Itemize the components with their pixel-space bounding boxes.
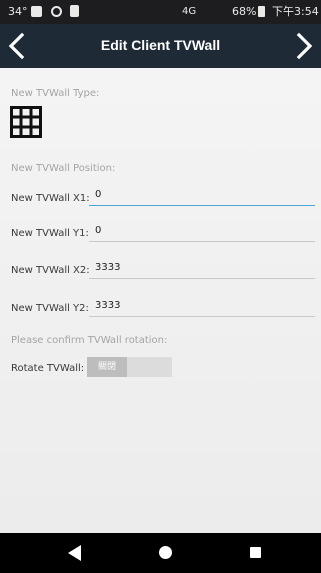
nav-recents-icon[interactable] [250,547,261,558]
status-bar: 34° 4G 68% 下午3:54 [0,0,321,24]
rotate-tvwall-label: Rotate TVWall: [11,363,85,374]
image-notification-icon [31,6,42,17]
edit-form: New TVWall Type: New TVWall Position: Ne… [0,68,321,533]
x2-input[interactable]: 3333 [89,257,315,279]
y1-label: New TVWall Y1: [11,228,89,239]
battery-percent: 68% [232,5,257,18]
nav-home-icon[interactable] [159,546,172,559]
nav-back-icon[interactable] [68,545,82,565]
rotate-toggle-text: 關閉 [87,357,127,377]
battery-icon [258,6,265,17]
chevron-right-icon[interactable] [287,30,319,62]
sync-notification-icon [51,6,62,17]
rotation-confirm-label: Please confirm TVWall rotation: [11,335,168,346]
system-nav-bar [0,533,321,573]
rotate-toggle[interactable]: 關閉 [87,357,172,377]
y1-input[interactable]: 0 [89,220,315,242]
x2-label: New TVWall X2: [11,265,90,276]
grid-3x3-icon[interactable] [10,106,42,138]
y2-input[interactable]: 3333 [89,295,315,317]
temperature-text: 34° [8,5,28,18]
page-title: Edit Client TVWall [100,37,221,53]
network-indicator: 4G [182,6,197,17]
x1-input[interactable]: 0 [89,184,315,206]
app-header: Edit Client TVWall [0,24,321,68]
battery-notification-icon [70,5,79,17]
clock-text: 下午3:54 [272,5,319,18]
tvwall-type-label: New TVWall Type: [11,88,100,99]
y2-label: New TVWall Y2: [11,303,89,314]
x1-label: New TVWall X1: [11,193,90,204]
tvwall-position-label: New TVWall Position: [11,163,116,174]
